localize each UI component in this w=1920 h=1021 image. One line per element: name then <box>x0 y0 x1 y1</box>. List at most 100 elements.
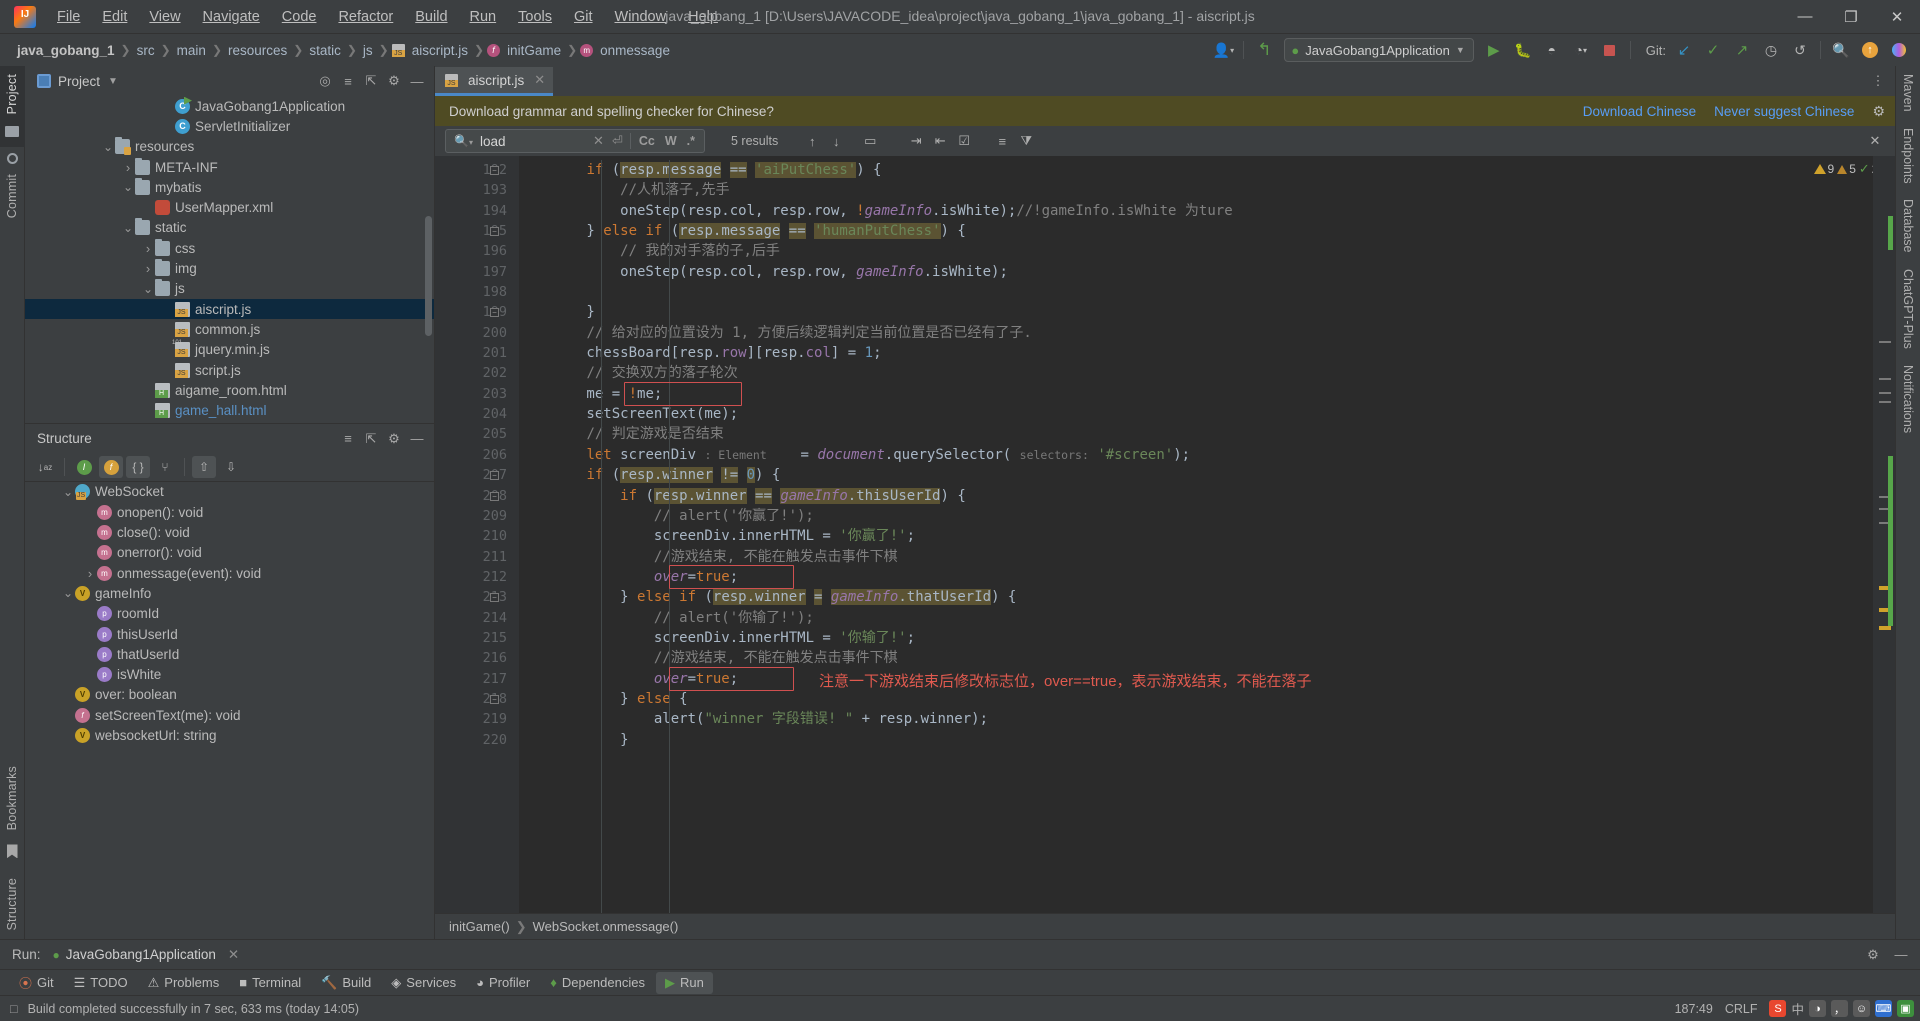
tree-item[interactable]: C ServletInitializer <box>25 116 434 136</box>
line-number[interactable]: 212 <box>435 567 519 587</box>
select-occurrences-icon[interactable]: ☑ <box>952 129 976 153</box>
add-line-icon[interactable]: ⇤ <box>928 129 952 153</box>
tool-window-profiler[interactable]: ◕ Profiler <box>467 972 539 993</box>
rollback-icon[interactable]: ↺ <box>1787 38 1813 62</box>
tree-item[interactable]: p thisUserId <box>25 624 434 644</box>
code-line[interactable]: // 判定游戏是否结束 <box>519 424 1895 444</box>
code-line[interactable]: setScreenText(me); <box>519 404 1895 424</box>
emoji-icon[interactable]: ☺ <box>1853 1000 1870 1017</box>
rail-item-bookmarks[interactable]: Bookmarks <box>5 758 19 838</box>
close-window-button[interactable]: ✕ <box>1874 0 1920 34</box>
project-tree[interactable]: C JavaGobang1Application C ServletInitializ… <box>25 96 434 423</box>
line-number[interactable]: 217 <box>435 669 519 689</box>
commit-icon[interactable]: ✓ <box>1700 38 1726 62</box>
tree-item[interactable]: game_hall.html <box>25 400 434 420</box>
tool-window-services[interactable]: ◈ Services <box>382 972 465 994</box>
line-number[interactable]: 216 <box>435 648 519 668</box>
code-fold-icon[interactable]: − <box>490 491 499 501</box>
line-number[interactable]: 211 <box>435 547 519 567</box>
tree-item[interactable]: › META-INF <box>25 157 434 177</box>
breadcrumb-initgame[interactable]: initGame <box>504 42 564 59</box>
line-number[interactable]: 197 <box>435 262 519 282</box>
line-number[interactable]: 203 <box>435 384 519 404</box>
line-number[interactable]: 220 <box>435 730 519 750</box>
ime-indicator[interactable]: S 中 ◑ ， ☺ ⌨ ▣ <box>1769 999 1914 1018</box>
tree-item[interactable]: p roomId <box>25 604 434 624</box>
line-number[interactable]: 210 <box>435 526 519 546</box>
never-suggest-chinese-link[interactable]: Never suggest Chinese <box>1714 104 1854 119</box>
settings-icon[interactable]: ⚙ <box>383 428 405 450</box>
structure-tree[interactable]: ⌄WebSocketmonopen(): voidmclose(): voidm… <box>25 482 434 939</box>
download-chinese-link[interactable]: Download Chinese <box>1583 104 1696 119</box>
line-number[interactable]: 199 <box>435 302 519 322</box>
code-editor[interactable]: 192−193194195−196197198199−2002012022032… <box>435 156 1895 913</box>
code-line[interactable]: screenDiv.innerHTML = '你赢了!'; <box>519 526 1895 546</box>
tree-item[interactable]: ⌄ VgameInfo <box>25 583 434 603</box>
chevron-down-icon[interactable]: ⌄ <box>61 485 75 499</box>
code-line[interactable] <box>519 282 1895 302</box>
project-tree-scrollbar[interactable] <box>425 216 432 336</box>
chevron-right-icon[interactable]: › <box>83 566 97 581</box>
hide-icon[interactable]: — <box>1890 944 1912 966</box>
expand-all-icon[interactable]: ≡ <box>337 428 359 450</box>
tree-item[interactable]: m close(): void <box>25 522 434 542</box>
ide-update-icon[interactable]: ↑ <box>1857 38 1883 62</box>
tool-window-run[interactable]: ▶ Run <box>655 971 713 994</box>
close-icon[interactable]: ✕ <box>534 72 545 88</box>
sogou-icon[interactable]: S <box>1769 1000 1787 1017</box>
tree-item[interactable]: aigame_room.html <box>25 380 434 400</box>
code-line[interactable]: oneStep(resp.col, resp.row, gameInfo.isW… <box>519 262 1895 282</box>
tree-item-selected[interactable]: aiscript.js <box>25 298 434 320</box>
punctuation-icon[interactable]: ， <box>1831 1000 1848 1017</box>
rail-item-maven[interactable]: Maven <box>1901 66 1915 120</box>
gear-icon[interactable]: ⚙ <box>1862 944 1884 966</box>
keyboard-icon[interactable]: ⌨ <box>1875 1000 1892 1017</box>
minimize-button[interactable]: — <box>1782 0 1828 34</box>
sort-alphabetically-icon[interactable]: ↓ az <box>33 456 57 478</box>
code-line[interactable]: } <box>519 730 1895 750</box>
code-fold-icon[interactable]: − <box>490 308 499 318</box>
tree-item[interactable]: Vover: boolean <box>25 685 434 705</box>
menu-git[interactable]: Git <box>563 5 604 29</box>
line-number[interactable]: 194 <box>435 201 519 221</box>
chevron-down-icon[interactable]: ⌄ <box>101 140 115 154</box>
tree-item[interactable]: m onerror(): void <box>25 543 434 563</box>
half-width-icon[interactable]: ◑ <box>1809 1000 1826 1017</box>
menu-help[interactable]: Help <box>677 5 729 29</box>
chevron-right-icon[interactable]: › <box>141 241 155 256</box>
line-number[interactable]: 208 <box>435 486 519 506</box>
chevron-down-icon[interactable]: ⌄ <box>121 221 135 235</box>
match-case-toggle[interactable]: Cc <box>634 134 660 148</box>
breadcrumb-src[interactable]: src <box>134 42 158 59</box>
tool-window-problems[interactable]: ⚠ Problems <box>139 972 229 994</box>
tree-item[interactable]: VwebsocketUrl: string <box>25 725 434 745</box>
arrow-down-icon[interactable]: ↓ <box>824 129 848 153</box>
code-line[interactable]: } <box>519 302 1895 322</box>
code-line[interactable]: //人机落子,先手 <box>519 180 1895 200</box>
ime-mode-label[interactable]: 中 <box>1791 999 1804 1018</box>
tree-item[interactable]: › css <box>25 238 434 258</box>
group-icon[interactable]: ⑂ <box>153 456 177 478</box>
maximize-restore-button[interactable]: ❐ <box>1828 0 1874 34</box>
breadcrumb-main[interactable]: main <box>174 42 209 59</box>
code-line[interactable]: if (resp.message == 'aiPutChess') { <box>519 160 1895 180</box>
code-line[interactable]: // alert('你赢了!'); <box>519 506 1895 526</box>
breadcrumb-js[interactable]: js <box>360 42 376 59</box>
code-line[interactable]: // 给对应的位置设为 1, 方便后续逻辑判定当前位置是否已经有了子. <box>519 323 1895 343</box>
profiler-icon[interactable]: ◔ ▾ <box>1568 38 1594 62</box>
line-number[interactable]: 201 <box>435 343 519 363</box>
tree-item[interactable]: p thatUserId <box>25 644 434 664</box>
collapse-all-icon[interactable]: ⇱ <box>360 70 382 92</box>
run-configuration-selector[interactable]: ● JavaGobang1Application ▼ <box>1284 38 1474 62</box>
open-in-find-window-icon[interactable]: ▭ <box>858 129 882 153</box>
profile-icon[interactable]: 👤 ▾ <box>1210 38 1236 62</box>
code-line[interactable]: if (resp.winner == gameInfo.thisUserId) … <box>519 486 1895 506</box>
code-fold-icon[interactable]: − <box>490 593 499 603</box>
chevron-right-icon[interactable]: › <box>141 261 155 276</box>
rail-item-structure[interactable]: Structure <box>5 864 19 939</box>
collapse-all-icon[interactable]: ⇱ <box>360 428 382 450</box>
code-line[interactable]: alert("winner 字段错误! " + resp.winner); <box>519 709 1895 729</box>
run-tab[interactable]: ● JavaGobang1Application ✕ <box>53 947 240 963</box>
menu-build[interactable]: Build <box>404 5 458 29</box>
coverage-icon[interactable]: ◓ <box>1539 38 1565 62</box>
